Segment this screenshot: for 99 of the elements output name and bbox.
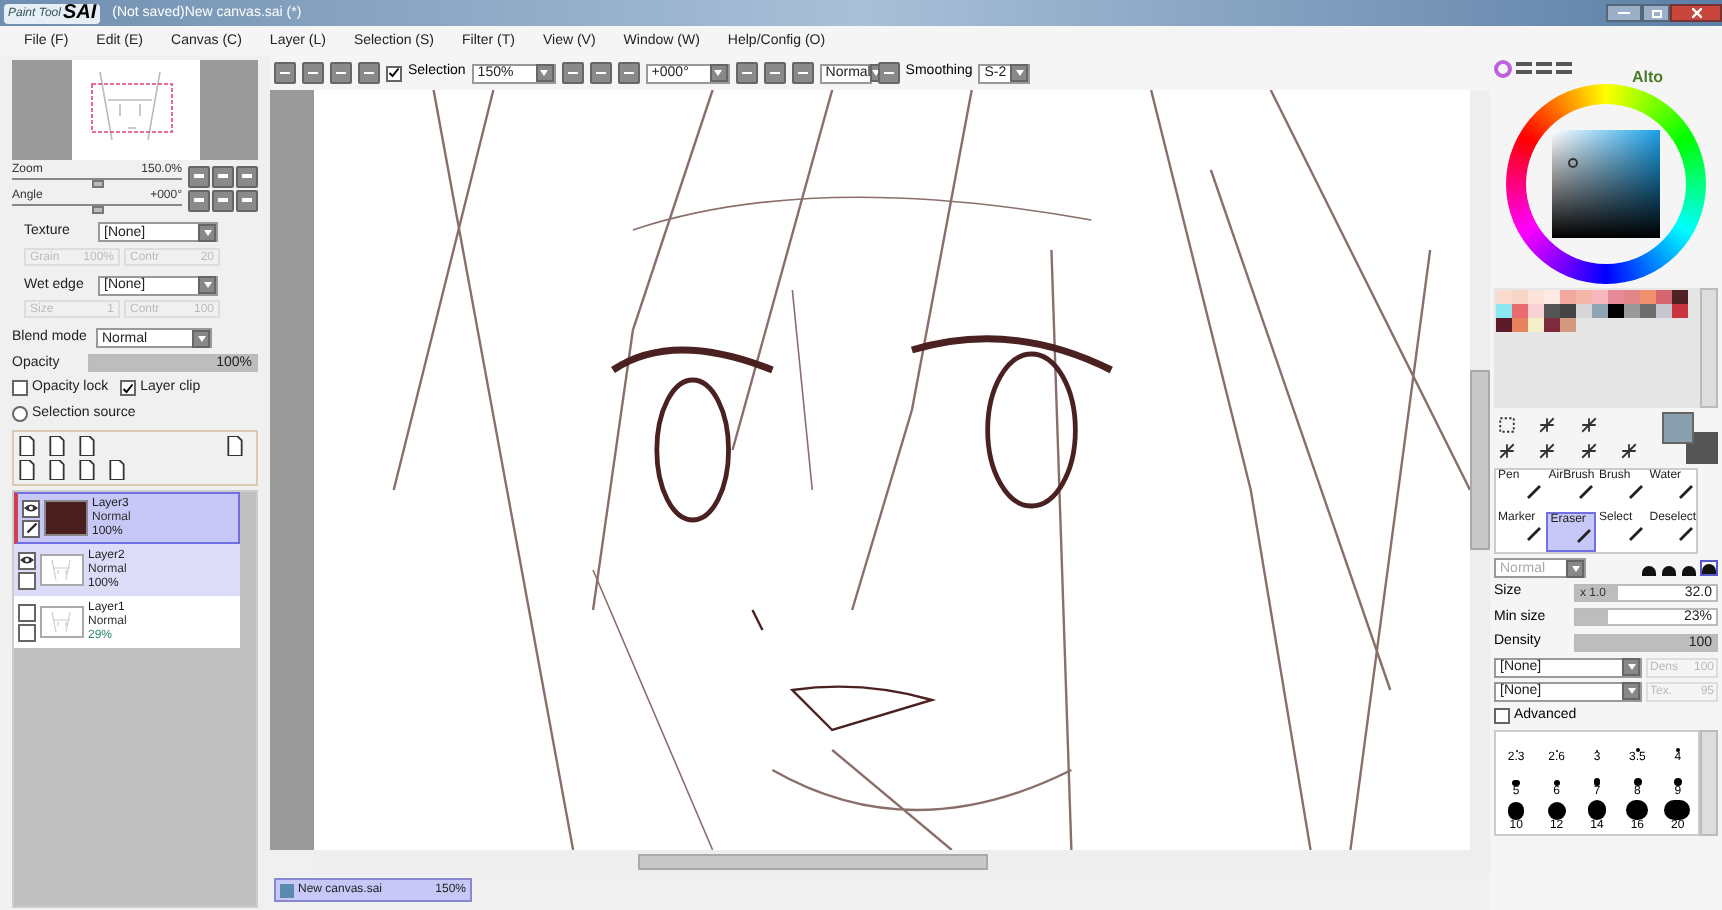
rotate-right-button[interactable]	[212, 189, 234, 211]
brush-size-scrollbar[interactable]	[1700, 730, 1718, 836]
palette-swatch[interactable]	[1640, 290, 1656, 304]
palette-swatch[interactable]	[1528, 290, 1544, 304]
sketch-thumbnail	[40, 606, 84, 638]
palette-swatch[interactable]	[1560, 304, 1576, 318]
palette-swatch[interactable]	[1512, 318, 1528, 332]
close-icon	[1691, 8, 1701, 18]
mascot-label: Alto	[1632, 66, 1664, 90]
color-picker-handle[interactable]	[1568, 158, 1578, 168]
edit-toggle[interactable]	[18, 623, 36, 641]
reset-button[interactable]	[236, 165, 258, 187]
checkbox[interactable]	[120, 380, 137, 397]
palette-swatch[interactable]	[1544, 290, 1560, 304]
palette-swatch[interactable]	[1544, 318, 1560, 332]
radio-button[interactable]	[12, 405, 28, 422]
color-wheel-tab-icon[interactable]	[1494, 59, 1512, 77]
check-icon	[122, 381, 135, 396]
rotate-right-button[interactable]	[763, 62, 786, 84]
color-square[interactable]	[1552, 130, 1660, 238]
edit-toggle[interactable]	[22, 519, 40, 537]
minimize-button[interactable]	[1606, 4, 1642, 22]
pen-icon	[25, 522, 37, 534]
flip-button[interactable]	[877, 62, 900, 84]
brush-icon	[1678, 484, 1694, 500]
brush-icon	[1526, 484, 1543, 500]
close-button[interactable]	[1670, 4, 1722, 22]
document-icon	[280, 883, 294, 897]
palette-swatch[interactable]	[1512, 304, 1528, 318]
reset-button[interactable]	[617, 62, 640, 84]
slider-track[interactable]	[12, 204, 182, 212]
brush-icon	[1526, 526, 1543, 542]
palette-swatch[interactable]	[1624, 304, 1640, 318]
checkbox[interactable]	[12, 380, 28, 397]
palette-swatch[interactable]	[1512, 290, 1528, 304]
sketch-thumbnail	[40, 554, 84, 586]
reset-button[interactable]	[236, 189, 258, 211]
palette-swatch[interactable]	[1576, 304, 1592, 318]
palette-swatch[interactable]	[1592, 290, 1608, 304]
scrollbar-thumb[interactable]	[1470, 370, 1490, 550]
dropdown-arrow-icon[interactable]	[198, 276, 216, 295]
rotate-left-button[interactable]	[735, 62, 758, 84]
zoom-in-button[interactable]	[212, 165, 234, 187]
palette-swatch[interactable]	[1608, 304, 1624, 318]
slider-track[interactable]	[12, 178, 182, 186]
zoom-out-button[interactable]	[561, 62, 584, 84]
reset-button[interactable]	[791, 62, 814, 84]
palette-swatch[interactable]	[1624, 290, 1640, 304]
select-rect-icon[interactable]	[1498, 416, 1516, 434]
palette-swatch[interactable]	[1528, 304, 1544, 318]
dropdown-arrow-icon[interactable]	[535, 64, 554, 82]
palette-swatch[interactable]	[1656, 290, 1672, 304]
dropdown-arrow-icon[interactable]	[1622, 682, 1640, 700]
palette-swatch[interactable]	[1656, 304, 1672, 318]
palette-swatch[interactable]	[1576, 290, 1592, 304]
invert-button[interactable]	[358, 62, 380, 84]
brush-icon	[1627, 484, 1644, 500]
palette-swatch[interactable]	[1528, 318, 1544, 332]
palette-swatch[interactable]	[1592, 304, 1608, 318]
undo-button[interactable]	[274, 62, 296, 84]
secondary-color[interactable]	[1686, 432, 1718, 464]
check-icon	[388, 66, 400, 80]
edit-toggle[interactable]	[18, 571, 36, 589]
dropdown-arrow-icon[interactable]	[1010, 64, 1029, 82]
deselect-button[interactable]	[330, 62, 352, 84]
palette-swatch[interactable]	[1496, 304, 1512, 318]
brush-icon	[1575, 528, 1591, 544]
canvas-thumbnail-drawing	[71, 60, 199, 160]
layer-thumbnail	[44, 500, 88, 536]
brush-icon	[1627, 526, 1644, 542]
current-color[interactable]	[1662, 412, 1694, 444]
dropdown-arrow-icon[interactable]	[709, 64, 728, 82]
checkbox[interactable]	[386, 65, 402, 81]
palette-swatch[interactable]	[1608, 290, 1624, 304]
palette-swatch[interactable]	[1640, 304, 1656, 318]
maximize-button[interactable]	[1642, 4, 1670, 22]
visibility-toggle[interactable]	[18, 603, 36, 621]
redo-button[interactable]	[302, 62, 324, 84]
zoom-in-button[interactable]	[589, 62, 612, 84]
brush-icon	[1678, 526, 1694, 542]
palette-swatch[interactable]	[1496, 318, 1512, 332]
palette-scrollbar[interactable]	[1700, 288, 1718, 408]
scrollbar-thumb[interactable]	[638, 854, 988, 870]
dropdown-arrow-icon[interactable]	[1622, 658, 1640, 676]
palette-swatch[interactable]	[1544, 304, 1560, 318]
brush-icon	[1577, 484, 1593, 500]
dropdown-arrow-icon[interactable]	[192, 329, 210, 348]
rotate-left-button[interactable]	[188, 189, 210, 211]
dropdown-arrow-icon[interactable]	[198, 223, 216, 242]
palette-swatch[interactable]	[1672, 290, 1688, 304]
slider-thumb[interactable]	[91, 180, 103, 188]
palette-swatch[interactable]	[1560, 318, 1576, 332]
checkbox[interactable]	[1494, 707, 1510, 724]
brush-shape-button[interactable]	[1700, 560, 1718, 576]
palette-swatch[interactable]	[1496, 290, 1512, 304]
slider-thumb[interactable]	[91, 206, 103, 214]
zoom-out-button[interactable]	[188, 165, 210, 187]
palette-swatch[interactable]	[1560, 290, 1576, 304]
palette-swatch[interactable]	[1672, 304, 1688, 318]
